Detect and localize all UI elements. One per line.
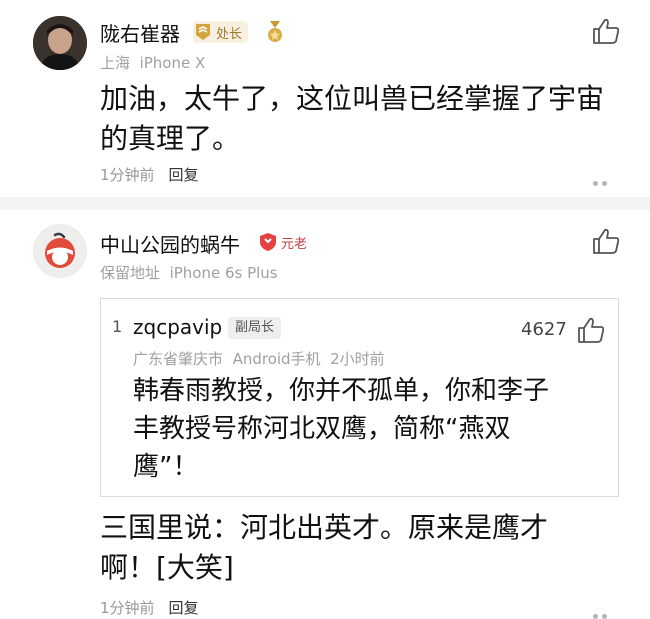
timestamp: 1分钟前: [100, 166, 155, 184]
quoted-username[interactable]: zqcpavip: [133, 315, 222, 339]
quoted-meta: 广东省肇庆市 Android手机 2小时前: [133, 350, 385, 368]
section-divider: [0, 197, 650, 210]
comment-footer: 1分钟前 回复: [100, 164, 199, 185]
thumbs-up-icon[interactable]: [591, 227, 621, 255]
username[interactable]: 中山公园的蜗牛: [100, 229, 240, 258]
comment-text: 三国里说：河北出英才。原来是鹰才 啊！[大笑]: [100, 511, 549, 584]
username[interactable]: 陇右崔器: [100, 18, 180, 47]
badge-label: 处长: [216, 26, 243, 42]
thumbs-up-icon[interactable]: [576, 316, 606, 344]
like-count: 4627: [521, 319, 567, 340]
floor-number: 1: [112, 317, 123, 336]
more-dots-icon[interactable]: [593, 604, 617, 619]
quoted-badge: 副局长: [228, 317, 282, 339]
rank-badge: 处长: [193, 21, 249, 43]
comment-item: 陇右崔器 处长 上海 iPhone X 加油，太牛了，这位叫兽已经掌握了宇宙的真…: [0, 0, 650, 205]
reply-button[interactable]: 回复: [169, 599, 199, 617]
timestamp: 1分钟前: [100, 599, 155, 617]
quoted-comment[interactable]: 1 zqcpavip 副局长 4627 广东省肇庆市 Android手机 2小时…: [100, 298, 619, 497]
comment-text: 加油，太牛了，这位叫兽已经掌握了宇宙的真理了。: [100, 82, 605, 155]
shield-badge-icon: [260, 233, 276, 251]
more-dots-icon[interactable]: [593, 171, 617, 205]
rank-badge-icon: [196, 24, 210, 40]
rank-badge: 元老: [258, 231, 307, 253]
quoted-text: 韩春雨教授，你并不孤单，你和李子 丰教授号称河北双鹰，简称“燕双 鹰”！: [133, 376, 550, 482]
badge-label: 元老: [281, 236, 308, 252]
location-device: 上海 iPhone X: [100, 54, 206, 72]
medal-icon: [268, 21, 282, 42]
reply-button[interactable]: 回复: [169, 166, 199, 184]
user-avatar[interactable]: [33, 16, 87, 70]
thumbs-up-icon[interactable]: [591, 17, 621, 45]
user-avatar[interactable]: [33, 224, 87, 278]
comment-footer: 1分钟前 回复: [100, 597, 199, 618]
location-device: 保留地址 iPhone 6s Plus: [100, 264, 278, 282]
